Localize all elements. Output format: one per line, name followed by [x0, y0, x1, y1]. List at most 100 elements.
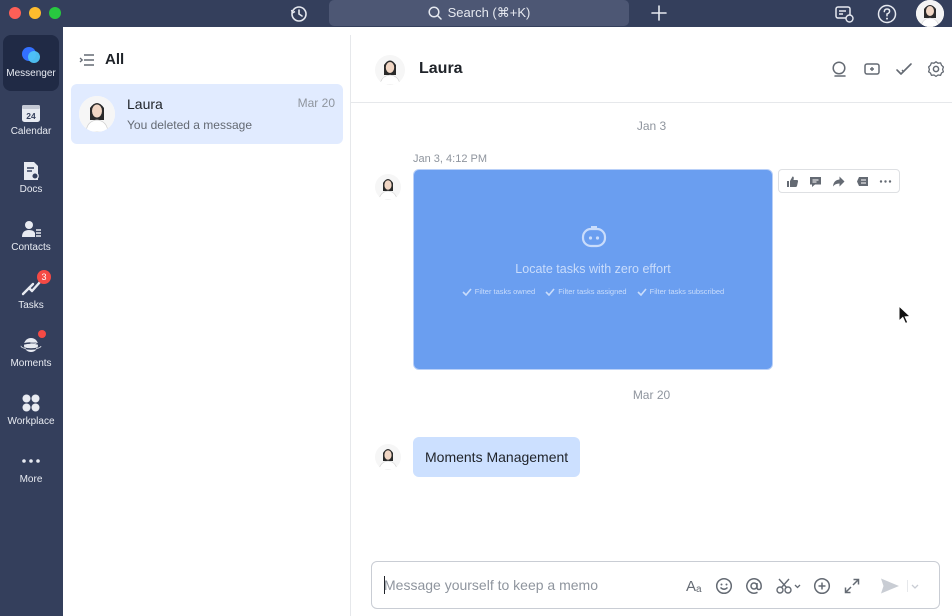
conversation-avatar[interactable]: [375, 55, 405, 85]
avatar-portrait-icon: [375, 55, 405, 85]
mouse-cursor-icon: [898, 305, 912, 325]
nav-docs[interactable]: Docs: [3, 151, 59, 207]
nav-label: More: [19, 474, 43, 485]
thumbs-up-icon[interactable]: [786, 174, 800, 188]
conversation-header: Laura: [351, 35, 952, 103]
chat-date: Mar 20: [297, 96, 335, 110]
image-message[interactable]: Locate tasks with zero effort Filter tas…: [413, 169, 773, 370]
search-icon: [428, 6, 442, 20]
chat-item-laura[interactable]: Laura Mar 20 You deleted a message: [71, 84, 343, 144]
check-icon: [637, 287, 647, 296]
done-check-icon[interactable]: [895, 60, 913, 78]
check-icon: [545, 287, 555, 296]
moments-dot: [38, 330, 46, 338]
nav-tasks[interactable]: 3 Tasks: [3, 267, 59, 323]
contacts-icon: [22, 221, 41, 237]
avatar-portrait-icon: [916, 0, 944, 27]
user-avatar[interactable]: [916, 0, 944, 27]
plus-icon[interactable]: [649, 3, 669, 23]
tasks-icon: 3: [20, 270, 51, 298]
nav-label: Workplace: [7, 416, 55, 427]
add-tab-icon[interactable]: [863, 60, 881, 78]
history-icon[interactable]: [289, 4, 309, 24]
moments-icon: [20, 330, 46, 356]
image-filter-label: Filter tasks assigned: [558, 287, 627, 296]
search-bar[interactable]: Search (⌘+K): [329, 0, 629, 26]
avatar-portrait-icon: [375, 174, 401, 200]
search-chat-icon[interactable]: [831, 60, 849, 78]
nav-label: Moments: [10, 358, 52, 369]
more-icon: [22, 459, 40, 463]
help-icon[interactable]: [876, 3, 898, 25]
nav-moments[interactable]: Moments: [3, 325, 59, 381]
nav-calendar[interactable]: 24 Calendar: [3, 93, 59, 149]
message-input[interactable]: [384, 575, 664, 595]
add-attachment-icon[interactable]: [812, 576, 832, 596]
image-filters: Filter tasks owned Filter tasks assigned…: [414, 287, 772, 296]
text-message[interactable]: Moments Management: [413, 437, 581, 477]
message-composer: Aa: [371, 561, 940, 609]
nav-messenger[interactable]: Messenger: [3, 35, 59, 91]
calendar-icon: 24: [20, 102, 42, 124]
avatar-portrait-icon: [375, 444, 401, 470]
image-filter-item: Filter tasks owned: [462, 287, 535, 296]
search-label: Search (⌘+K): [447, 5, 531, 20]
chat-avatar: [79, 96, 115, 132]
docs-icon: [24, 162, 39, 180]
check-icon: [462, 287, 472, 296]
expand-editor-icon[interactable]: [842, 576, 862, 596]
svg-text:a: a: [696, 584, 702, 595]
filter-list-icon[interactable]: [79, 53, 95, 67]
minimize-window-button[interactable]: [29, 7, 41, 19]
image-filter-label: Filter tasks subscribed: [649, 287, 725, 296]
maximize-window-button[interactable]: [49, 7, 61, 19]
send-icon[interactable]: [880, 576, 900, 596]
svg-text:A: A: [686, 578, 696, 595]
forward-icon[interactable]: [832, 174, 846, 188]
message-action-bar: [778, 169, 900, 193]
workplace-icon: [22, 394, 40, 412]
title-bar: Search (⌘+K): [0, 0, 952, 27]
image-caption: Locate tasks with zero effort: [515, 262, 671, 276]
conversation-panel: Laura Jan 3 Jan 3, 4:12 PM Locate tasks …: [351, 35, 952, 616]
nav-label: Calendar: [10, 126, 52, 137]
message-avatar[interactable]: [375, 174, 401, 200]
robot-icon: [581, 226, 607, 248]
nav-more[interactable]: More: [3, 441, 59, 497]
conversation-title: Laura: [419, 60, 463, 77]
settings-gear-icon[interactable]: [927, 60, 945, 78]
screenshot-scissors-icon[interactable]: [775, 576, 803, 596]
mention-icon[interactable]: [744, 576, 764, 596]
quote-reply-icon[interactable]: [855, 174, 869, 188]
calendar-day-text: 24: [26, 111, 36, 121]
date-separator: Jan 3: [636, 119, 667, 133]
message-time: Jan 3, 4:12 PM: [413, 153, 487, 165]
send-options-chevron-icon[interactable]: [907, 576, 921, 596]
image-filter-item: Filter tasks assigned: [545, 287, 627, 296]
nav-contacts[interactable]: Contacts: [3, 209, 59, 265]
chat-list-panel: All Laura Mar 20 You deleted a message: [63, 35, 351, 616]
more-actions-icon[interactable]: [878, 174, 892, 188]
nav-label: Messenger: [6, 68, 56, 79]
chat-filter-label: All: [105, 51, 125, 68]
avatar-portrait-icon: [79, 96, 115, 132]
messenger-icon: [22, 47, 40, 63]
nav-label: Docs: [19, 184, 43, 195]
chat-name: Laura: [127, 96, 163, 112]
emoji-icon[interactable]: [714, 576, 734, 596]
text-format-icon[interactable]: Aa: [685, 576, 705, 596]
reply-bubble-icon[interactable]: [809, 174, 823, 188]
date-separator: Mar 20: [632, 388, 671, 402]
tasks-badge: 3: [37, 270, 51, 284]
close-window-button[interactable]: [9, 7, 21, 19]
nav-workplace[interactable]: Workplace: [3, 383, 59, 439]
image-filter-item: Filter tasks subscribed: [637, 287, 725, 296]
chat-preview: You deleted a message: [127, 118, 252, 132]
chat-filter-header[interactable]: All: [79, 51, 124, 68]
app-sidebar: Messenger 24 Calendar Docs Contacts 3 Ta…: [0, 27, 63, 616]
nav-label: Contacts: [11, 242, 51, 253]
announcement-icon[interactable]: [833, 3, 855, 25]
image-filter-label: Filter tasks owned: [474, 287, 536, 296]
message-avatar[interactable]: [375, 444, 401, 470]
nav-label: Tasks: [18, 300, 44, 311]
